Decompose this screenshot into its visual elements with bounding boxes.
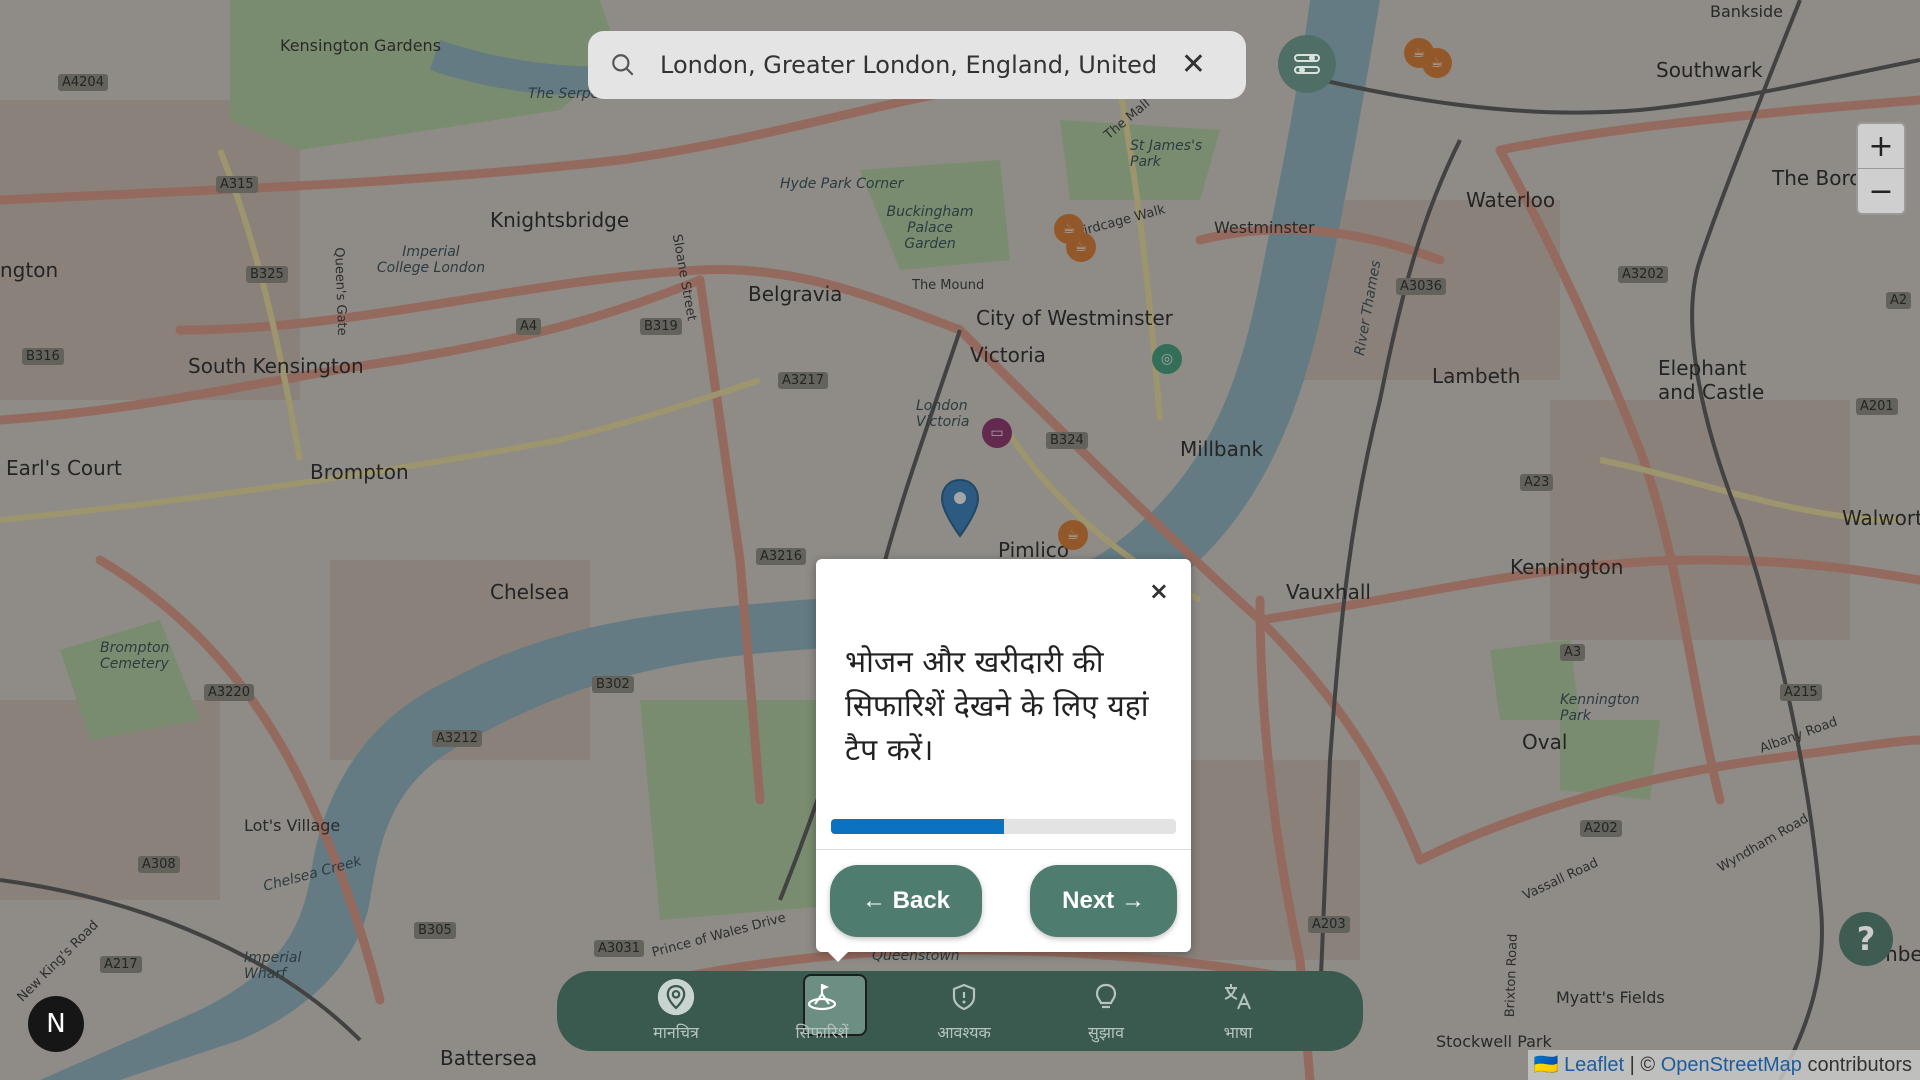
divider (816, 849, 1191, 850)
tour-message: भोजन और खरीदारी की सिफारिशें देखने के लि… (845, 645, 1149, 768)
attribution-suffix: contributors (1801, 1054, 1912, 1076)
recommendations-icon (807, 984, 837, 1011)
close-icon[interactable]: ✕ (1181, 47, 1206, 82)
zoom-out-button[interactable]: − (1858, 168, 1904, 213)
filter-button[interactable] (1278, 35, 1336, 93)
help-button[interactable]: ? (1839, 912, 1893, 966)
zoom-in-button[interactable]: + (1858, 124, 1904, 168)
search-bar: ✕ (588, 31, 1246, 99)
tour-popup: × भोजन और खरीदारी की सिफारिशें देखने के … (816, 559, 1191, 962)
north-button[interactable]: N (28, 996, 84, 1052)
map-pin-icon (657, 978, 695, 1016)
nav-label: आवश्यक (937, 1023, 991, 1042)
ukraine-flag-icon: 🇺🇦 (1533, 1054, 1559, 1076)
next-button[interactable]: Next → (1030, 865, 1177, 937)
osm-link[interactable]: OpenStreetMap (1661, 1054, 1802, 1076)
translate-icon (1224, 984, 1251, 1010)
lightbulb-icon (1095, 983, 1117, 1009)
zoom-control: + − (1856, 122, 1906, 215)
nav-label: सुझाव (1088, 1023, 1124, 1042)
search-input[interactable] (658, 50, 1162, 80)
close-icon[interactable]: × (1149, 577, 1169, 605)
shield-icon (952, 983, 976, 1011)
nav-item-language[interactable]: भाषा (1183, 977, 1293, 1047)
nav-label: मानचित्र (653, 1023, 699, 1042)
tour-progress-fill (831, 819, 1004, 834)
leaflet-link[interactable]: Leaflet (1564, 1054, 1624, 1076)
nav-label: सिफारिशें (795, 1023, 849, 1042)
attribution-separator: | © (1624, 1054, 1661, 1076)
bottom-nav: मानचित्र सिफारिशें आवश्यक सुझाव भाषा (557, 971, 1363, 1051)
back-button[interactable]: ← Back (830, 865, 982, 937)
tour-progress-bar (831, 819, 1176, 834)
map-attribution: 🇺🇦 Leaflet | © OpenStreetMap contributor… (1527, 1050, 1920, 1080)
search-icon (612, 54, 634, 76)
nav-item-map[interactable]: मानचित्र (621, 977, 731, 1047)
nav-item-recommendations[interactable]: सिफारिशें (767, 974, 877, 1047)
nav-item-tips[interactable]: सुझाव (1051, 977, 1161, 1047)
nav-label: भाषा (1223, 1023, 1253, 1042)
sliders-icon (1294, 54, 1320, 74)
nav-item-essentials[interactable]: आवश्यक (909, 977, 1019, 1047)
popup-pointer (828, 952, 848, 962)
